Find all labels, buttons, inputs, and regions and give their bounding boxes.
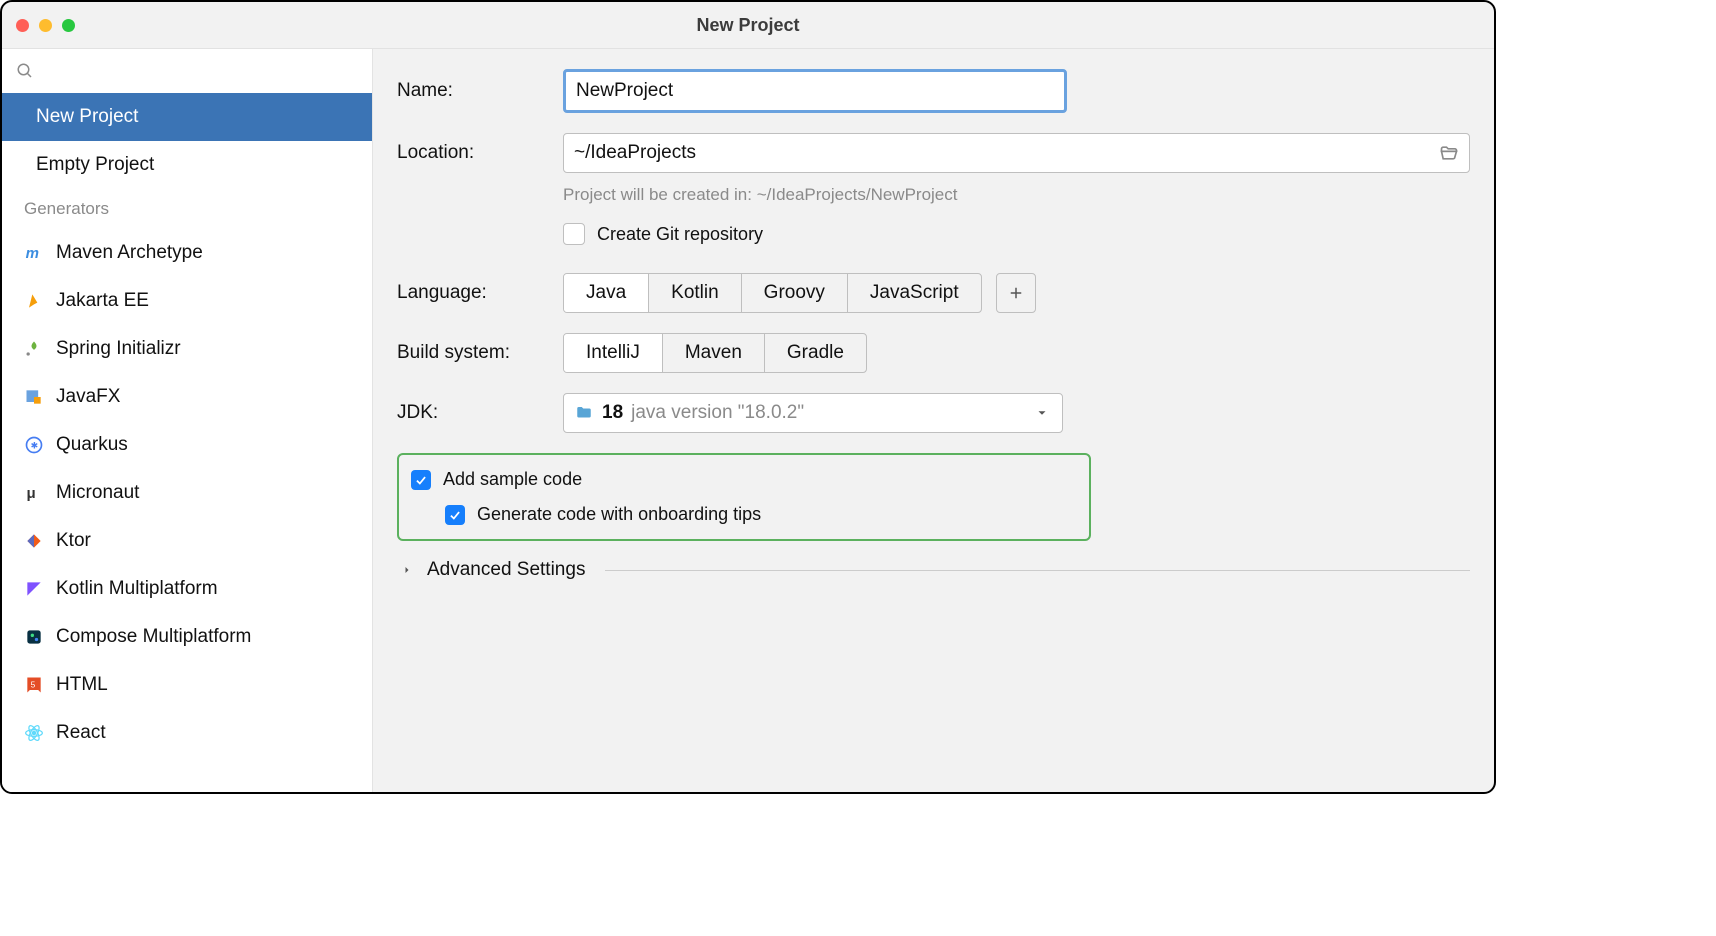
form-area: Name: NewProject Location: ~/IdeaProject… bbox=[373, 49, 1494, 792]
add-language-button[interactable] bbox=[996, 273, 1036, 313]
svg-text:m: m bbox=[26, 245, 39, 262]
language-label: Language: bbox=[397, 282, 563, 304]
add-sample-code-checkbox[interactable] bbox=[411, 470, 431, 490]
generator-icon: m bbox=[24, 243, 44, 263]
language-option-groovy[interactable]: Groovy bbox=[742, 274, 848, 312]
svg-text:μ: μ bbox=[27, 485, 36, 502]
generator-maven-archetype[interactable]: mMaven Archetype bbox=[2, 229, 372, 277]
generator-quarkus[interactable]: ✱Quarkus bbox=[2, 421, 372, 469]
sample-code-highlight: Add sample code Generate code with onboa… bbox=[397, 453, 1091, 541]
git-label: Create Git repository bbox=[597, 224, 763, 245]
jdk-label: JDK: bbox=[397, 402, 563, 424]
chevron-right-icon bbox=[397, 560, 417, 580]
generator-spring-initializr[interactable]: Spring Initializr bbox=[2, 325, 372, 373]
name-field[interactable]: NewProject bbox=[563, 69, 1067, 113]
location-field[interactable]: ~/IdeaProjects bbox=[563, 133, 1470, 173]
language-group: JavaKotlinGroovyJavaScript bbox=[563, 273, 982, 313]
folder-icon bbox=[574, 403, 594, 423]
name-label: Name: bbox=[397, 80, 563, 102]
generator-micronaut[interactable]: μMicronaut bbox=[2, 469, 372, 517]
generator-html[interactable]: 5HTML bbox=[2, 661, 372, 709]
titlebar: New Project bbox=[2, 2, 1494, 49]
generator-icon: ✱ bbox=[24, 435, 44, 455]
generator-kotlin-multiplatform[interactable]: Kotlin Multiplatform bbox=[2, 565, 372, 613]
generator-ktor[interactable]: Ktor bbox=[2, 517, 372, 565]
search-icon bbox=[16, 62, 34, 80]
generator-icon bbox=[24, 387, 44, 407]
new-project-dialog: New Project New ProjectEmpty Project Gen… bbox=[0, 0, 1496, 794]
generator-icon: 5 bbox=[24, 675, 44, 695]
sidebar: New ProjectEmpty Project Generators mMav… bbox=[2, 49, 373, 792]
jdk-dropdown[interactable]: 18 java version "18.0.2" bbox=[563, 393, 1063, 433]
window-title: New Project bbox=[2, 15, 1494, 36]
advanced-settings-toggle[interactable]: Advanced Settings bbox=[397, 559, 1470, 581]
generators-heading: Generators bbox=[2, 189, 372, 229]
chevron-down-icon bbox=[1032, 403, 1052, 423]
language-option-javascript[interactable]: JavaScript bbox=[848, 274, 981, 312]
onboarding-tips-label: Generate code with onboarding tips bbox=[477, 504, 761, 525]
generator-icon bbox=[24, 723, 44, 743]
build-option-intellij[interactable]: IntelliJ bbox=[564, 334, 663, 372]
location-label: Location: bbox=[397, 142, 563, 164]
generator-compose-multiplatform[interactable]: Compose Multiplatform bbox=[2, 613, 372, 661]
search-input[interactable] bbox=[2, 49, 372, 93]
language-option-kotlin[interactable]: Kotlin bbox=[649, 274, 742, 312]
generator-icon bbox=[24, 339, 44, 359]
add-sample-code-label: Add sample code bbox=[443, 469, 582, 490]
sidebar-item-new-project[interactable]: New Project bbox=[2, 93, 372, 141]
generator-react[interactable]: React bbox=[2, 709, 372, 757]
git-checkbox[interactable] bbox=[563, 223, 585, 245]
svg-text:5: 5 bbox=[31, 680, 36, 690]
generator-icon: μ bbox=[24, 483, 44, 503]
generator-javafx[interactable]: JavaFX bbox=[2, 373, 372, 421]
sidebar-item-empty-project[interactable]: Empty Project bbox=[2, 141, 372, 189]
generator-icon bbox=[24, 531, 44, 551]
build-option-gradle[interactable]: Gradle bbox=[765, 334, 866, 372]
build-system-group: IntelliJMavenGradle bbox=[563, 333, 867, 373]
onboarding-tips-checkbox[interactable] bbox=[445, 505, 465, 525]
generator-icon bbox=[24, 627, 44, 647]
build-option-maven[interactable]: Maven bbox=[663, 334, 765, 372]
generator-jakarta-ee[interactable]: Jakarta EE bbox=[2, 277, 372, 325]
generator-icon bbox=[24, 291, 44, 311]
build-system-label: Build system: bbox=[397, 342, 563, 364]
generator-icon bbox=[24, 579, 44, 599]
location-hint: Project will be created in: ~/IdeaProjec… bbox=[563, 185, 1470, 205]
folder-open-icon[interactable] bbox=[1439, 143, 1459, 163]
language-option-java[interactable]: Java bbox=[564, 274, 649, 312]
svg-text:✱: ✱ bbox=[31, 440, 39, 450]
